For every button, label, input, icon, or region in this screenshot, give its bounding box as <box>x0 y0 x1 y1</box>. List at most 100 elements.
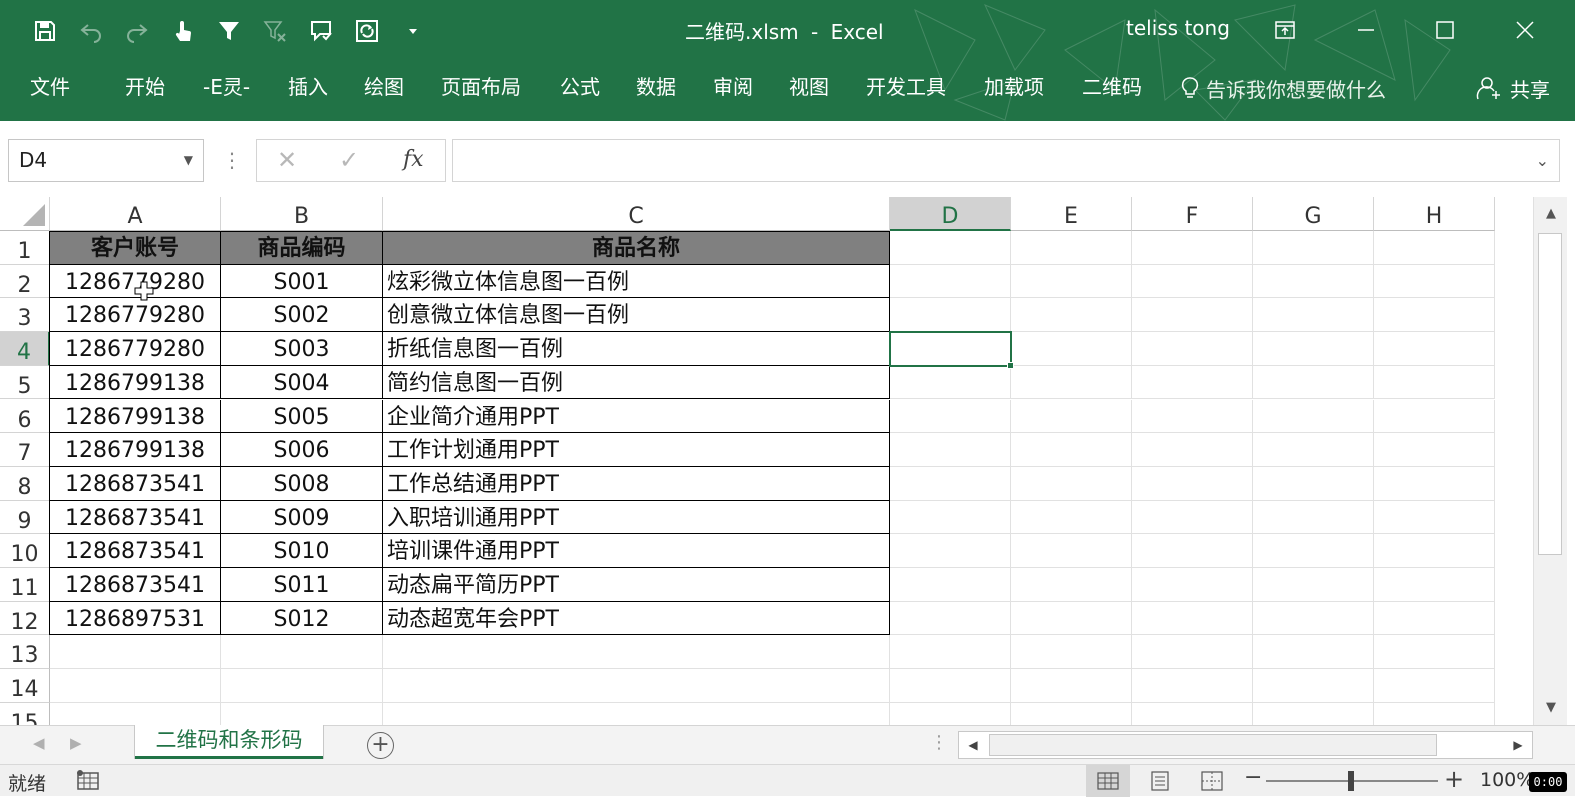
zoom-out-button[interactable]: − <box>1244 765 1262 790</box>
cell-f6[interactable] <box>1132 399 1253 434</box>
cell-d11[interactable] <box>890 568 1011 602</box>
row-header-12[interactable]: 12 <box>0 601 50 636</box>
vertical-scroll-thumb[interactable] <box>1538 233 1562 555</box>
redo-button[interactable] <box>114 12 160 50</box>
cell-f11[interactable] <box>1132 568 1253 602</box>
row-header-14[interactable]: 14 <box>0 669 50 703</box>
cell-c4[interactable]: 折纸信息图一百例 <box>383 332 890 366</box>
column-header-c[interactable]: C <box>383 197 890 231</box>
row-header-11[interactable]: 11 <box>0 568 50 602</box>
cell-e5[interactable] <box>1011 365 1132 400</box>
sheet-scroll-right-icon[interactable]: ▶ <box>70 734 82 752</box>
row-header-6[interactable]: 6 <box>0 399 50 434</box>
cell-b8[interactable]: S008 <box>221 466 383 501</box>
minimize-button[interactable] <box>1346 12 1386 48</box>
column-header-g[interactable]: G <box>1253 197 1374 231</box>
cell-e15[interactable] <box>1011 702 1132 725</box>
cell-b15[interactable] <box>221 702 383 725</box>
maximize-button[interactable] <box>1425 12 1465 48</box>
filter-button[interactable] <box>206 12 252 50</box>
normal-view-button[interactable] <box>1086 765 1130 797</box>
zoom-level[interactable]: 100% <box>1480 769 1534 791</box>
cell-e7[interactable] <box>1011 433 1132 467</box>
tab-developer[interactable]: 开发工具 <box>866 70 946 104</box>
vertical-scrollbar[interactable]: ▲ ▼ <box>1533 197 1567 725</box>
cell-f10[interactable] <box>1132 534 1253 568</box>
tab-review[interactable]: 审阅 <box>713 70 753 104</box>
cell-b7[interactable]: S006 <box>221 433 383 467</box>
row-header-5[interactable]: 5 <box>0 365 50 400</box>
row-header-1[interactable]: 1 <box>0 231 50 265</box>
scroll-up-icon[interactable]: ▲ <box>1534 197 1568 231</box>
cell-e11[interactable] <box>1011 568 1132 602</box>
cell-h1[interactable] <box>1374 231 1495 265</box>
cell-g2[interactable] <box>1253 264 1374 299</box>
cell-c2[interactable]: 炫彩微立体信息图一百例 <box>383 264 890 299</box>
cell-c15[interactable] <box>383 702 890 725</box>
cell-a11[interactable]: 1286873541 <box>50 568 221 602</box>
refresh-button[interactable] <box>344 12 390 50</box>
cell-a4[interactable]: 1286779280 <box>50 332 221 366</box>
insert-function-button[interactable]: fx <box>403 147 424 172</box>
cell-f5[interactable] <box>1132 365 1253 400</box>
cell-b9[interactable]: S009 <box>221 500 383 535</box>
row-header-2[interactable]: 2 <box>0 264 50 299</box>
row-header-15[interactable]: 15 <box>0 702 50 725</box>
scroll-left-icon[interactable]: ◀ <box>959 732 987 758</box>
cell-e13[interactable] <box>1011 635 1132 670</box>
page-break-preview-button[interactable] <box>1190 765 1234 797</box>
customize-qat-button[interactable] <box>390 12 436 50</box>
ribbon-display-options-button[interactable] <box>1265 12 1305 48</box>
column-header-f[interactable]: F <box>1132 197 1253 231</box>
tab-splitter-icon[interactable]: ⋮ <box>930 732 948 753</box>
cell-h5[interactable] <box>1374 365 1495 400</box>
tab-data[interactable]: 数据 <box>636 70 676 104</box>
cell-b6[interactable]: S005 <box>221 399 383 434</box>
cell-g8[interactable] <box>1253 466 1374 501</box>
tab-page-layout[interactable]: 页面布局 <box>441 70 521 104</box>
cell-g5[interactable] <box>1253 365 1374 400</box>
cell-c14[interactable] <box>383 669 890 703</box>
cell-a7[interactable]: 1286799138 <box>50 433 221 467</box>
cell-g12[interactable] <box>1253 601 1374 636</box>
worksheet-grid[interactable]: A B C D E F G H 1 客户账号 商品编码 商品名称 2 1286779280 S001 炫彩微立… <box>0 197 1533 725</box>
cell-d3[interactable] <box>890 298 1011 333</box>
cell-a6[interactable]: 1286799138 <box>50 399 221 434</box>
name-box-dropdown-icon[interactable]: ▼ <box>184 140 193 181</box>
macro-recording-icon[interactable] <box>76 769 100 791</box>
cell-f14[interactable] <box>1132 669 1253 703</box>
cell-b11[interactable]: S011 <box>221 568 383 602</box>
cell-c11[interactable]: 动态扁平简历PPT <box>383 568 890 602</box>
row-header-7[interactable]: 7 <box>0 433 50 467</box>
cell-a12[interactable]: 1286897531 <box>50 601 221 636</box>
cell-g4[interactable] <box>1253 332 1374 366</box>
cell-g14[interactable] <box>1253 669 1374 703</box>
column-header-b[interactable]: B <box>221 197 383 231</box>
row-header-3[interactable]: 3 <box>0 298 50 333</box>
cell-f8[interactable] <box>1132 466 1253 501</box>
confirm-entry-icon[interactable]: ✓ <box>339 146 359 174</box>
column-header-a[interactable]: A <box>50 197 221 231</box>
cell-d14[interactable] <box>890 669 1011 703</box>
cell-a10[interactable]: 1286873541 <box>50 534 221 568</box>
column-header-d[interactable]: D <box>890 197 1011 231</box>
cell-c5[interactable]: 简约信息图一百例 <box>383 365 890 400</box>
cell-e14[interactable] <box>1011 669 1132 703</box>
cell-e4[interactable] <box>1011 332 1132 366</box>
row-header-10[interactable]: 10 <box>0 534 50 568</box>
cell-h14[interactable] <box>1374 669 1495 703</box>
cell-d10[interactable] <box>890 534 1011 568</box>
cell-d15[interactable] <box>890 702 1011 725</box>
cell-h3[interactable] <box>1374 298 1495 333</box>
cell-a1[interactable]: 客户账号 <box>50 231 221 265</box>
cell-e2[interactable] <box>1011 264 1132 299</box>
cell-b10[interactable]: S010 <box>221 534 383 568</box>
tab-addins[interactable]: 加载项 <box>984 70 1044 104</box>
cell-g7[interactable] <box>1253 433 1374 467</box>
cell-f1[interactable] <box>1132 231 1253 265</box>
cell-d9[interactable] <box>890 500 1011 535</box>
cell-f3[interactable] <box>1132 298 1253 333</box>
tab-formulas[interactable]: 公式 <box>560 70 600 104</box>
cell-f13[interactable] <box>1132 635 1253 670</box>
cell-b13[interactable] <box>221 635 383 670</box>
